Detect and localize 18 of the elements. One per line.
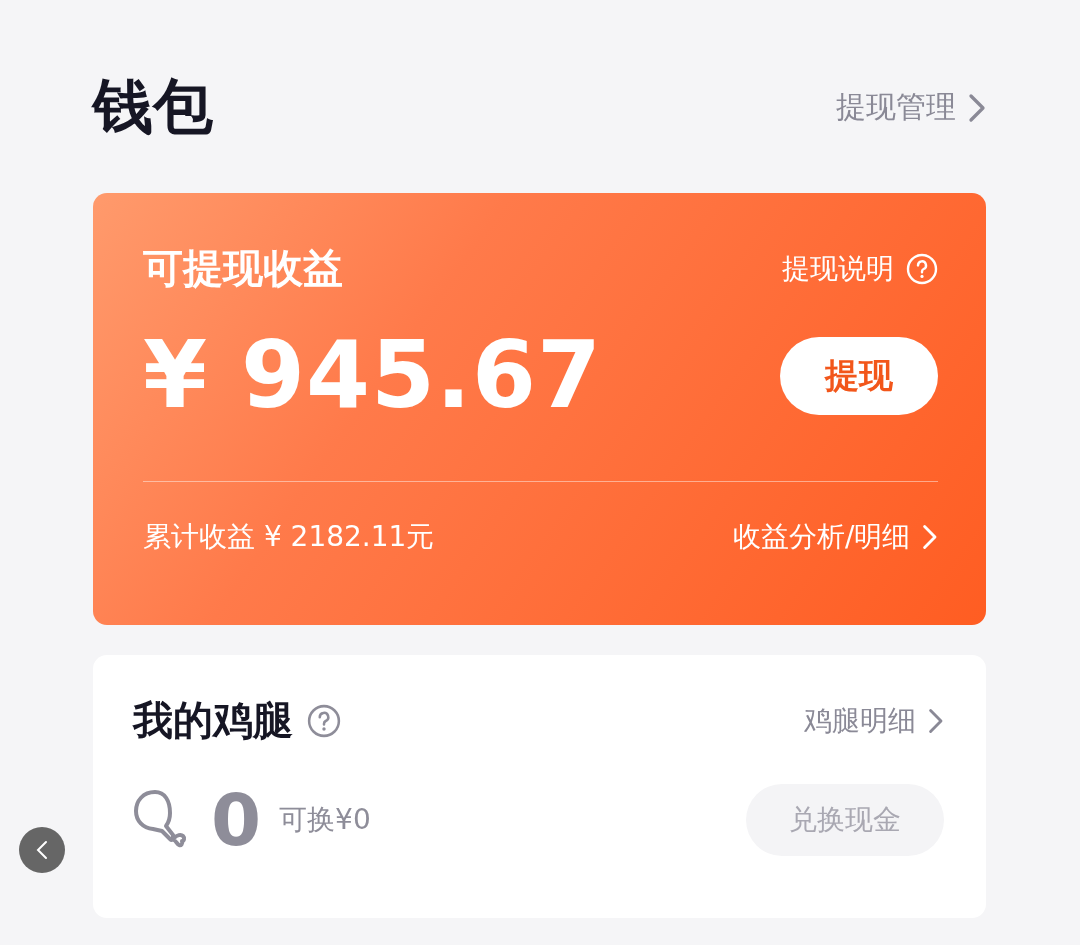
drumstick-count: 0 (211, 784, 262, 856)
drumstick-details-link[interactable]: 鸡腿明细 (804, 701, 944, 740)
earnings-details-link[interactable]: 收益分析/明细 (732, 518, 938, 556)
exchangeable-amount: 可换¥0 (279, 802, 371, 838)
section-title: 我的鸡腿 (133, 696, 293, 745)
withdraw-management-link[interactable]: 提现管理 (836, 87, 986, 128)
withdraw-button[interactable]: 提现 (780, 336, 938, 415)
chevron-left-icon (36, 840, 48, 860)
back-button[interactable] (19, 827, 65, 873)
page-title: 钱包 (93, 70, 213, 143)
withdraw-help-link[interactable]: 提现说明 (782, 249, 938, 288)
chevron-right-icon (968, 92, 986, 123)
balance-amount: ¥ 945.67 (143, 322, 603, 429)
card-title: 可提现收益 (143, 244, 343, 293)
chevron-right-icon (922, 524, 938, 550)
help-icon[interactable] (307, 703, 341, 738)
chevron-right-icon (928, 707, 944, 734)
total-earnings: 累计收益 ¥ 2182.11元 (143, 519, 435, 555)
